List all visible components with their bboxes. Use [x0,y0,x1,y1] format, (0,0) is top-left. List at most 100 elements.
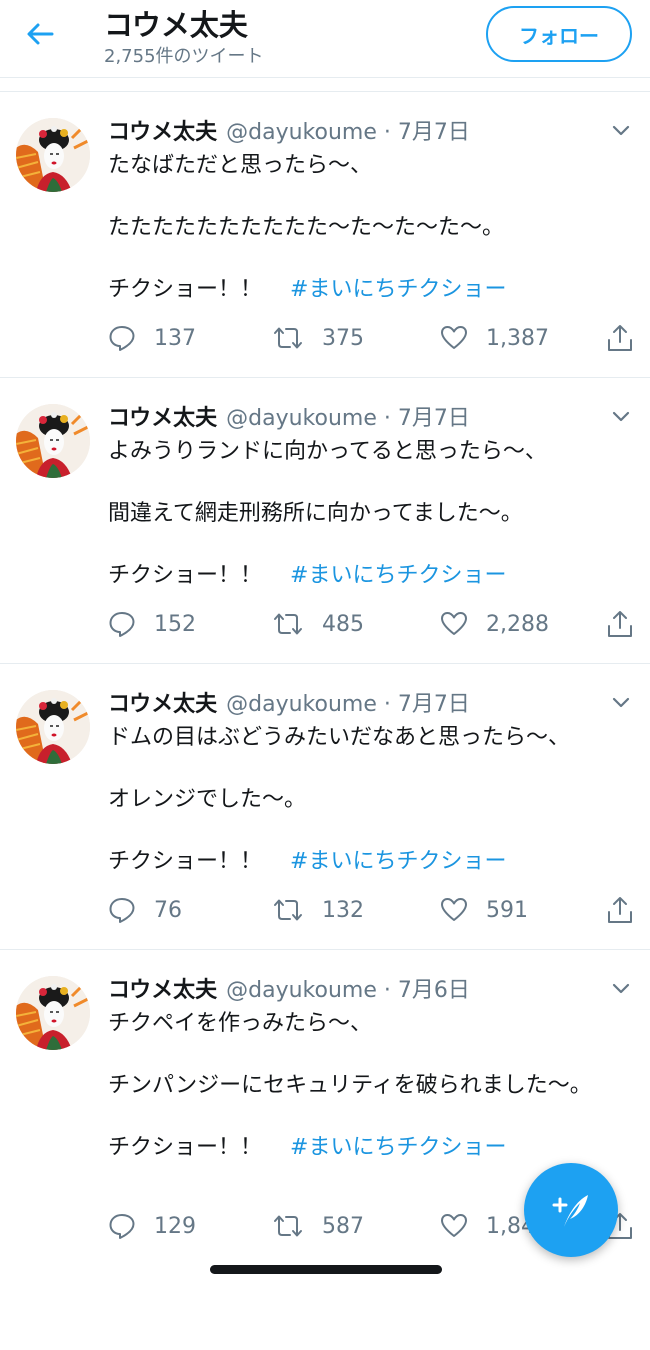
tweet[interactable]: コウメ太夫 @dayukoume · 7月7日 よみうりランドに向かってると思っ… [0,378,650,664]
tweet-line: 間違えて網走刑務所に向かってました〜。 [108,501,523,526]
tweet-author-handle[interactable]: @dayukoume [226,692,377,717]
tweet-author-name[interactable]: コウメ太夫 [108,400,217,432]
reply-icon [109,612,135,637]
reply-count: 76 [154,897,182,923]
separator-dot: · [383,692,391,717]
retweet-icon [274,899,302,921]
tweet-author-name[interactable]: コウメ太夫 [108,686,217,718]
compose-tweet-icon [552,1195,588,1227]
reply-button[interactable]: 76 [108,894,182,926]
like-button[interactable]: 2,288 [440,608,549,640]
like-icon [441,1214,467,1237]
tweet-text: ドムの目はぶどうみたいだなあと思ったら〜、 オレンジでした〜。 チクショー！！ #… [108,722,618,877]
tweet-text: たなばただと思ったら〜、 たたたたたたたたたた〜た〜た〜た〜。 チクショー！！ #… [108,150,618,305]
reply-button[interactable]: 137 [108,322,196,354]
like-count: 1,387 [486,325,549,351]
separator-dot: · [383,406,391,431]
tweet-line: たなばただと思ったら〜、 [108,153,373,178]
back-arrow-icon [27,23,54,45]
tweet-feed: コウメ太夫 @dayukoume · 7月7日 たなばただと思ったら〜、 たたた… [0,92,650,1350]
tweet-line: チクペイを作っみたら〜、 [108,1011,373,1036]
chevron-down-icon[interactable] [606,978,636,1000]
reply-count: 137 [154,325,196,351]
home-indicator[interactable] [210,1265,442,1274]
share-button[interactable] [606,894,634,926]
retweet-button[interactable]: 132 [272,894,364,926]
tweet-author-handle[interactable]: @dayukoume [226,978,377,1003]
tweet[interactable]: コウメ太夫 @dayukoume · 7月6日 チクペイを作っみたら〜、 チンパ… [0,950,650,1350]
retweet-button[interactable]: 485 [272,608,364,640]
tweet-line: チクショー！！ [108,277,263,302]
tweet-actions: 152 485 2,288 [108,608,638,640]
retweet-button[interactable]: 587 [272,1210,364,1242]
retweet-count: 132 [322,897,364,923]
tweet-line: ドムの目はぶどうみたいだなあと思ったら〜、 [108,725,571,750]
chevron-down-icon[interactable] [606,120,636,142]
avatar[interactable] [16,404,90,478]
retweet-count: 375 [322,325,364,351]
compose-tweet-button[interactable] [524,1163,618,1257]
share-button[interactable] [606,322,634,354]
avatar[interactable] [16,118,90,192]
share-icon [608,611,632,637]
follow-button[interactable]: フォロー [486,6,632,62]
tweet-date[interactable]: 7月7日 [398,114,470,146]
reply-button[interactable]: 152 [108,608,196,640]
like-icon [441,612,467,635]
tweet-line: オレンジでした〜。 [108,787,307,812]
like-icon [441,898,467,921]
tweet-count: 2,755件のツイート [104,46,264,67]
tweet-author-handle[interactable]: @dayukoume [226,120,377,145]
share-button[interactable] [606,608,634,640]
share-icon [608,325,632,351]
profile-name: コウメ太夫 [104,8,248,42]
header-divider [0,78,650,92]
tweet-line: チンパンジーにセキュリティを破られました〜。 [108,1073,592,1098]
like-button[interactable]: 1,387 [440,322,549,354]
tweet-date[interactable]: 7月7日 [398,686,470,718]
hashtag-link[interactable]: #まいにちチクショー [290,563,506,588]
separator-dot: · [383,120,391,145]
tweet-author-name[interactable]: コウメ太夫 [108,972,217,1004]
reply-count: 129 [154,1213,196,1239]
chevron-down-icon[interactable] [606,692,636,714]
retweet-icon [274,613,302,635]
retweet-count: 587 [322,1213,364,1239]
hashtag-link[interactable]: #まいにちチクショー [290,849,506,874]
reply-count: 152 [154,611,196,637]
reply-icon [109,898,135,923]
tweet[interactable]: コウメ太夫 @dayukoume · 7月7日 ドムの目はぶどうみたいだなあと思… [0,664,650,950]
like-button[interactable]: 1,84 [440,1210,535,1242]
tweet-line: チクショー！！ [108,1135,263,1160]
hashtag-link[interactable]: #まいにちチクショー [290,1135,506,1160]
like-count: 2,288 [486,611,549,637]
tweet-date[interactable]: 7月7日 [398,400,470,432]
tweet-actions: 76 132 591 [108,894,638,926]
tweet-line: チクショー！！ [108,563,263,588]
like-count: 591 [486,897,528,923]
retweet-icon [274,327,302,349]
avatar[interactable] [16,976,90,1050]
tweet-actions: 137 375 1,387 [108,322,638,354]
tweet-text: チクペイを作っみたら〜、 チンパンジーにセキュリティを破られました〜。 チクショ… [108,1008,598,1163]
tweet-line: チクショー！！ [108,849,263,874]
retweet-button[interactable]: 375 [272,322,364,354]
share-icon [608,897,632,923]
like-icon [441,326,467,349]
chevron-down-icon[interactable] [606,406,636,428]
tweet-text: よみうりランドに向かってると思ったら〜、 間違えて網走刑務所に向かってました〜。… [108,436,618,591]
avatar[interactable] [16,690,90,764]
profile-header: コウメ太夫 2,755件のツイート フォロー [0,0,650,78]
like-button[interactable]: 591 [440,894,528,926]
reply-icon [109,1214,135,1239]
back-button[interactable] [18,16,62,52]
retweet-icon [274,1215,302,1237]
tweet-author-handle[interactable]: @dayukoume [226,406,377,431]
tweet-author-name[interactable]: コウメ太夫 [108,114,217,146]
tweet-line: たたたたたたたたたた〜た〜た〜た〜。 [108,215,505,240]
reply-button[interactable]: 129 [108,1210,196,1242]
tweet-date[interactable]: 7月6日 [398,972,470,1004]
hashtag-link[interactable]: #まいにちチクショー [290,277,506,302]
tweet-line: よみうりランドに向かってると思ったら〜、 [108,439,547,464]
tweet[interactable]: コウメ太夫 @dayukoume · 7月7日 たなばただと思ったら〜、 たたた… [0,92,650,378]
